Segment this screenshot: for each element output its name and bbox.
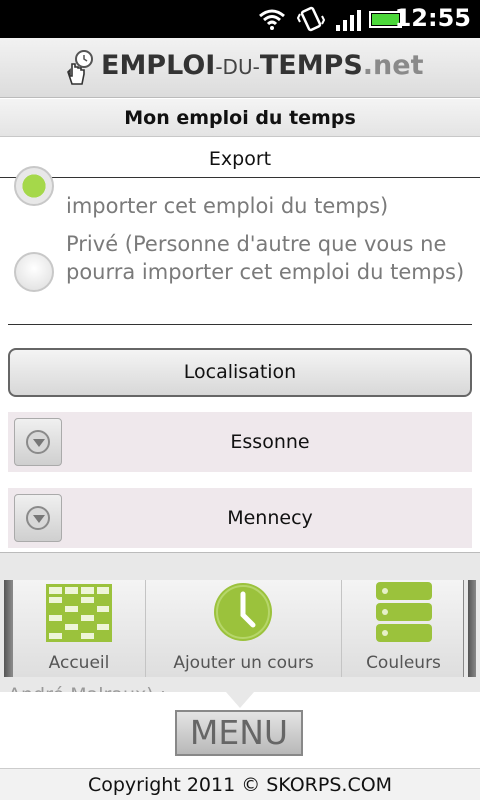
- app-header: EMPLOI-DU-TEMPS.net: [0, 38, 480, 98]
- menu-item-couleurs[interactable]: Couleurs: [342, 580, 465, 677]
- chevron-down-icon: [33, 439, 45, 447]
- wifi-icon: [259, 9, 285, 30]
- grid-schedule-icon: [46, 584, 112, 642]
- menu-key-button[interactable]: MENU: [175, 710, 303, 756]
- brand-net: .net: [362, 50, 424, 81]
- clock-time: 12:55: [394, 4, 471, 32]
- menu-edge-left: [4, 580, 12, 677]
- hand-clock-icon: [67, 50, 93, 85]
- menu-item-ajouter-cours[interactable]: Ajouter un cours: [146, 580, 341, 677]
- signal-icon: [336, 10, 361, 31]
- status-bar: 12:55: [0, 0, 480, 38]
- divider: [8, 324, 472, 325]
- clock-icon: [214, 583, 272, 641]
- menu-edge-right: [468, 580, 476, 677]
- section-export: Export: [0, 140, 480, 178]
- localisation-button[interactable]: Localisation: [8, 348, 472, 397]
- menu-item-accueil[interactable]: Accueil: [13, 580, 145, 677]
- menu-pointer: [226, 692, 254, 708]
- brand-logo[interactable]: EMPLOI-DU-TEMPS.net: [101, 50, 424, 81]
- radio-option-public[interactable]: importer cet emploi du temps): [14, 166, 474, 224]
- options-menu: André Malraux) : Accueil: [0, 552, 480, 706]
- radio-public[interactable]: [14, 166, 54, 206]
- chevron-down-icon: [33, 515, 45, 523]
- region-select[interactable]: Essonne: [8, 412, 472, 472]
- color-bars-icon: [376, 582, 432, 642]
- page-title: Mon emploi du temps: [0, 99, 480, 137]
- menu-item-label: Ajouter un cours: [173, 653, 314, 673]
- city-dropdown-button[interactable]: [14, 494, 62, 542]
- city-value: Mennecy: [227, 507, 313, 529]
- radio-private-label: Privé (Personne d'autre que vous ne pour…: [66, 232, 465, 284]
- radio-public-label: importer cet emploi du temps): [66, 194, 389, 218]
- brand-main: EMPLOI: [101, 50, 216, 81]
- brand-dash: -DU-: [215, 55, 260, 79]
- region-dropdown-button[interactable]: [14, 418, 62, 466]
- menu-item-label: Couleurs: [366, 653, 441, 673]
- radio-option-private[interactable]: Privé (Personne d'autre que vous ne pour…: [14, 230, 474, 318]
- footer-copyright: Copyright 2011 © SKORPS.COM: [0, 768, 480, 800]
- region-value: Essonne: [230, 431, 310, 453]
- menu-bar: Accueil Ajouter un cours Couleurs: [12, 580, 464, 677]
- city-select[interactable]: Mennecy: [8, 488, 472, 548]
- brand-temps: TEMPS: [259, 50, 363, 81]
- vibrate-icon: [297, 6, 325, 32]
- radio-private[interactable]: [14, 252, 54, 292]
- menu-item-label: Accueil: [48, 653, 110, 673]
